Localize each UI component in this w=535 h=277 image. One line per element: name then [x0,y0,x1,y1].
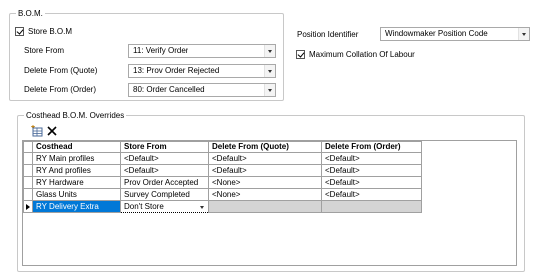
cell-delete-from-quote[interactable]: <Default> [208,152,322,165]
add-row-icon [30,125,42,137]
row-header[interactable] [23,176,33,189]
overrides-table: Costhead Store From Delete From (Quote) … [23,141,422,213]
row-pointer-icon [26,203,30,210]
store-from-value: 11: Verify Order [133,46,189,55]
overrides-grid[interactable]: Costhead Store From Delete From (Quote) … [22,140,517,266]
cell-store-from[interactable]: <Default> [120,164,209,177]
store-from-label: Store From [24,46,65,55]
position-identifier-value: Windowmaker Position Code [385,29,488,38]
cell-costhead[interactable]: RY Main profiles [32,152,121,165]
cell-delete-from-order[interactable] [321,200,422,213]
cell-costhead[interactable]: RY Hardware [32,176,121,189]
max-collation-label: Maximum Collation Of Labour [309,50,415,59]
column-header-delete-from-order[interactable]: Delete From (Order) [321,141,422,153]
table-row[interactable]: RY And profiles <Default> <Default> <Def… [23,164,422,177]
table-row-selected[interactable]: RY Delivery Extra Don't Store [23,200,422,213]
chevron-down-icon[interactable] [197,202,207,212]
cell-store-from-editor[interactable]: Don't Store [120,200,209,213]
cell-delete-from-quote[interactable]: <None> [208,176,322,189]
current-row-indicator[interactable] [23,200,33,213]
header-row: Costhead Store From Delete From (Quote) … [23,141,422,153]
table-row[interactable]: Glass Units Survey Completed <None> <Def… [23,188,422,201]
cell-delete-from-order[interactable]: <Default> [321,164,422,177]
cell-store-from-value: Don't Store [124,201,164,211]
cell-costhead[interactable]: Glass Units [32,188,121,201]
delete-from-quote-value: 13: Prov Order Rejected [133,66,220,75]
delete-from-order-select[interactable]: 80: Order Cancelled [128,83,276,97]
row-header[interactable] [23,152,33,165]
cell-costhead[interactable]: RY Delivery Extra [32,200,121,213]
cell-store-from[interactable]: Survey Completed [120,188,209,201]
column-header-delete-from-quote[interactable]: Delete From (Quote) [208,141,322,153]
store-bom-checkbox[interactable]: Store B.O.M [15,26,72,37]
delete-x-icon [47,126,57,136]
delete-from-order-value: 80: Order Cancelled [133,85,205,94]
cell-delete-from-quote[interactable]: <Default> [208,164,322,177]
position-identifier-select[interactable]: Windowmaker Position Code [380,27,530,41]
cell-delete-from-order[interactable]: <Default> [321,152,422,165]
cell-delete-from-order[interactable]: <Default> [321,176,422,189]
max-collation-check-box[interactable] [296,50,305,59]
cell-delete-from-quote[interactable]: <None> [208,188,322,201]
delete-from-order-label: Delete From (Order) [24,85,97,94]
cell-store-from[interactable]: <Default> [120,152,209,165]
max-collation-checkbox[interactable]: Maximum Collation Of Labour [296,49,415,60]
delete-row-button[interactable] [45,124,59,138]
chevron-down-icon[interactable] [264,45,275,57]
column-header-costhead[interactable]: Costhead [32,141,121,153]
row-header-corner [23,141,33,153]
store-from-select[interactable]: 11: Verify Order [128,44,276,58]
add-row-button[interactable] [29,124,43,138]
table-row[interactable]: RY Main profiles <Default> <Default> <De… [23,152,422,165]
bom-legend: B.O.M. [16,8,45,19]
chevron-down-icon[interactable] [518,28,529,40]
position-identifier-label: Position Identifier [297,30,359,39]
chevron-down-icon[interactable] [264,65,275,77]
overrides-legend: Costhead B.O.M. Overrides [24,110,127,121]
row-header[interactable] [23,164,33,177]
cell-delete-from-order[interactable]: <Default> [321,188,422,201]
cell-costhead[interactable]: RY And profiles [32,164,121,177]
delete-from-quote-select[interactable]: 13: Prov Order Rejected [128,64,276,78]
store-bom-label: Store B.O.M [28,27,73,36]
column-header-store-from[interactable]: Store From [120,141,209,153]
cell-delete-from-quote[interactable] [208,200,322,213]
row-header[interactable] [23,188,33,201]
chevron-down-icon[interactable] [264,84,275,96]
delete-from-quote-label: Delete From (Quote) [24,66,98,75]
cell-store-from[interactable]: Prov Order Accepted [120,176,209,189]
table-row[interactable]: RY Hardware Prov Order Accepted <None> <… [23,176,422,189]
store-bom-check-box[interactable] [15,27,24,36]
